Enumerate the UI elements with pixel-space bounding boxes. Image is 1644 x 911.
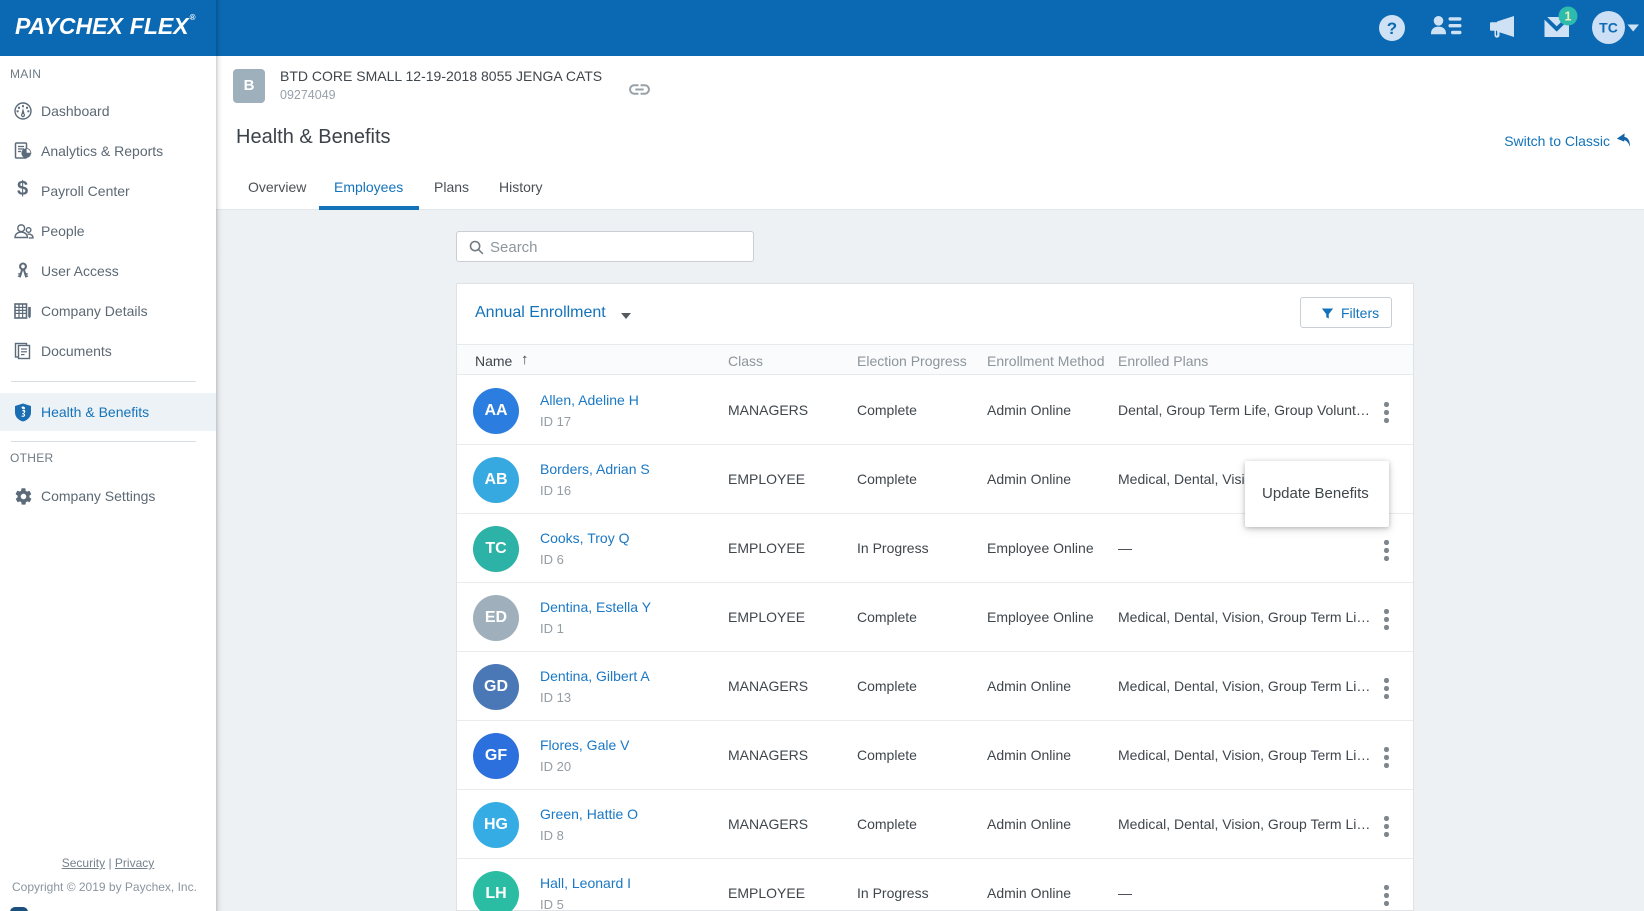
- svg-text:TC: TC: [1599, 20, 1618, 36]
- svg-text:?: ?: [1387, 19, 1397, 38]
- svg-text:1: 1: [1565, 10, 1572, 24]
